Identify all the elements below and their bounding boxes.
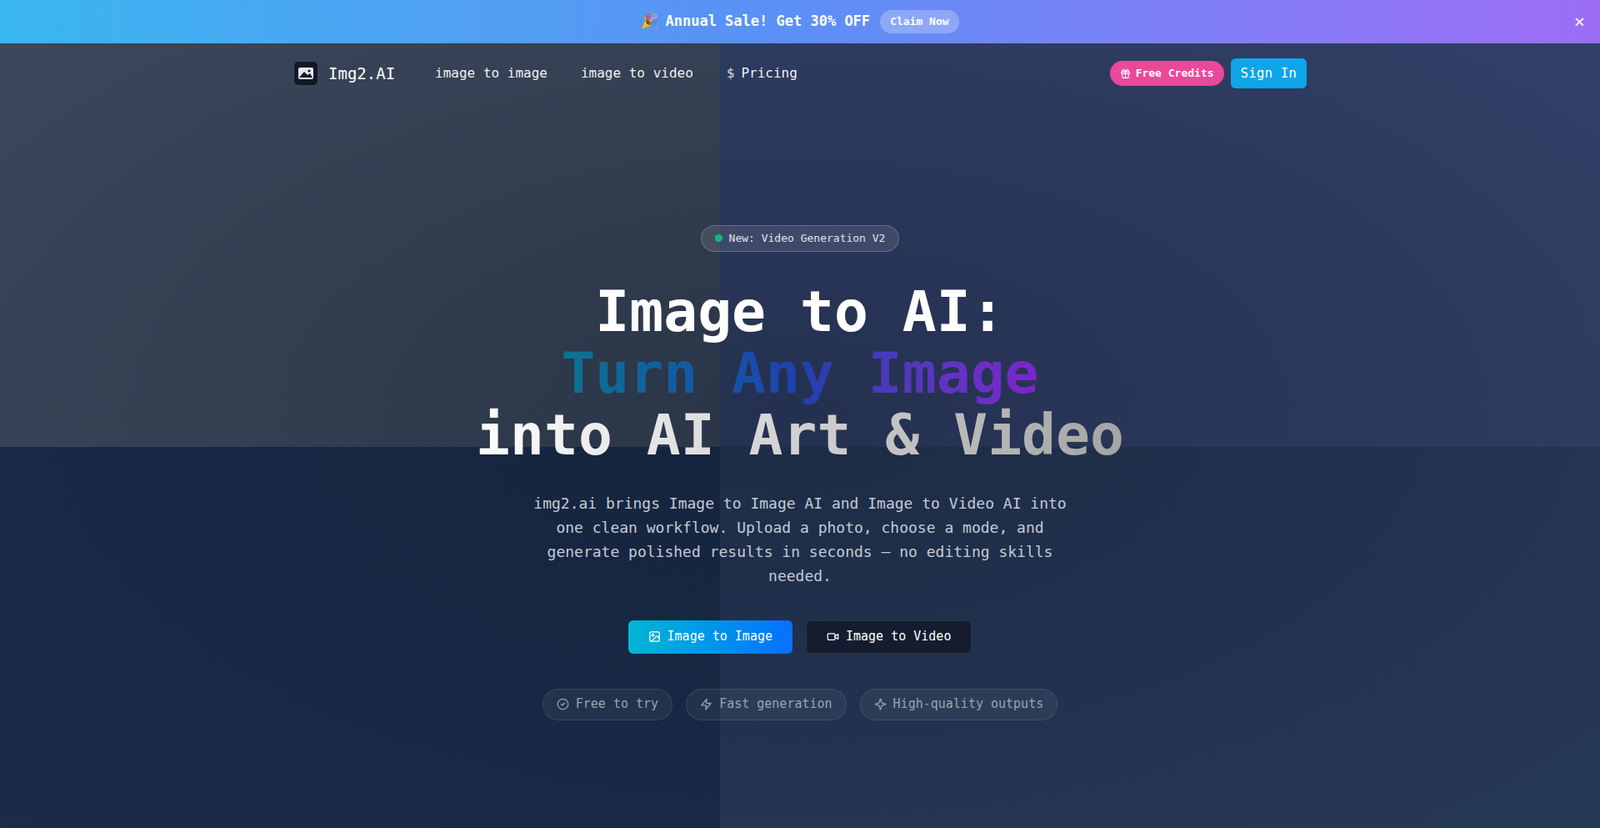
close-banner-button[interactable]: ×: [1574, 12, 1585, 31]
hero-buttons: Image to Image Image to Video: [628, 620, 973, 654]
nav-left: Img2.AI image to image image to video $Pric…: [293, 60, 798, 86]
title-line: Turn Any Image: [554, 342, 1045, 405]
image-to-image-button[interactable]: Image to Image: [628, 620, 793, 654]
banner-text: 🎉 Annual Sale! Get 30% OFF: [640, 10, 870, 33]
sparkles-icon: [874, 697, 887, 710]
banner-message: Annual Sale! Get 30% OFF: [665, 10, 870, 33]
button-label: Image to Video: [845, 626, 951, 646]
claim-button[interactable]: Claim Now: [880, 10, 959, 34]
feature-label: Fast generation: [719, 694, 832, 714]
nav-links: image to image image to video $Pricing: [435, 63, 798, 84]
nav-link[interactable]: image to image: [435, 63, 548, 84]
gift-icon: [1120, 68, 1131, 80]
feature-list: Free to try Fast generation High-quality o…: [542, 688, 1058, 720]
logo-text: Img2.AI: [328, 61, 395, 86]
logo[interactable]: Img2.AI: [293, 60, 395, 86]
title-line: Image to AI:: [588, 280, 1011, 343]
sign-in-button[interactable]: Sign In: [1230, 58, 1307, 89]
feature-label: Free to try: [575, 694, 659, 714]
feature-pill: Fast generation: [685, 688, 846, 720]
logo-icon: [293, 60, 319, 86]
feature-pill: Free to try: [542, 688, 673, 720]
button-label: Image to Image: [667, 626, 773, 646]
badge-text: New: Video Generation V2: [729, 230, 886, 247]
hero: New: Video Generation V2 Image to AI:Turn…: [0, 103, 1600, 774]
nav-link-label: image to video: [580, 63, 694, 84]
hero-description: img2.ai brings Image to Image AI and Ima…: [525, 490, 1075, 588]
lightning-icon: [700, 697, 713, 710]
navbar: Img2.AI image to image image to video $Pric…: [293, 43, 1307, 104]
image-to-video-button[interactable]: Image to Video: [805, 620, 972, 654]
party-icon: 🎉: [640, 10, 659, 33]
check-circle-icon: [556, 697, 570, 710]
feature-label: High-quality outputs: [893, 694, 1045, 714]
image-icon: [648, 630, 661, 643]
nav-link-label: Pricing: [740, 63, 797, 84]
feature-pill: High-quality outputs: [860, 688, 1059, 720]
hero-title: Image to AI:Turn Any Imageinto AI Art & …: [469, 280, 1131, 466]
status-dot-icon: [715, 234, 723, 242]
video-icon: [826, 630, 840, 643]
sale-banner: 🎉 Annual Sale! Get 30% OFF Claim Now ×: [0, 0, 1600, 44]
free-credits-button[interactable]: Free Credits: [1110, 60, 1225, 86]
nav-right: Free Credits Sign In: [1110, 58, 1307, 89]
dollar-icon: $: [726, 63, 735, 84]
free-credits-label: Free Credits: [1135, 65, 1215, 82]
page: 🎉 Annual Sale! Get 30% OFF Claim Now × Img2.…: [0, 0, 1600, 774]
nav-link-label: image to image: [435, 63, 548, 84]
new-badge: New: Video Generation V2: [700, 225, 900, 252]
title-line: into AI Art & Video: [469, 404, 1131, 466]
nav-link[interactable]: image to video: [580, 63, 694, 84]
nav-link[interactable]: $Pricing: [726, 63, 798, 84]
